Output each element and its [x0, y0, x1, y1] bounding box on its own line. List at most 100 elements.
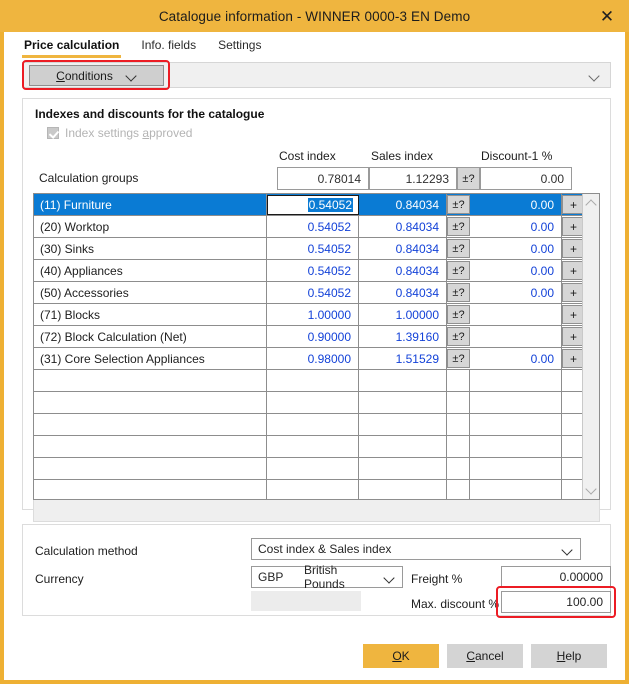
conditions-bar-chevron-down-icon[interactable]	[589, 72, 600, 79]
summary-sales-index-field[interactable]: 1.12293	[369, 167, 457, 190]
scrollbar-thumb[interactable]	[584, 212, 598, 480]
table-row-sales-index: 0.84034	[359, 194, 447, 215]
title-bar: Catalogue information - WINNER 0000-3 EN…	[0, 0, 629, 32]
table-row-cost-index: 0.98000	[267, 348, 359, 369]
help-button[interactable]: Help	[531, 644, 607, 668]
table-row[interactable]: (40) Appliances0.540520.84034±?0.00+	[34, 260, 599, 282]
cost-index-editor[interactable]: 0.54052	[267, 195, 359, 215]
checkbox-icon[interactable]	[47, 127, 59, 139]
table-row-cost-index: 0.54052	[267, 238, 359, 259]
table-row-discount1	[470, 392, 562, 413]
table-row-pm-empty	[447, 414, 470, 435]
plusminus-button[interactable]: ±?	[447, 349, 470, 368]
calculation-method-label: Calculation method	[35, 544, 138, 558]
index-settings-approved-row[interactable]: Index settings approved	[47, 125, 600, 141]
table-row-sales-index: 1.00000	[359, 304, 447, 325]
table-row[interactable]: (50) Accessories0.540520.84034±?0.00+	[34, 282, 599, 304]
table-row-name: (50) Accessories	[34, 282, 267, 303]
grid-vertical-scrollbar[interactable]	[582, 194, 599, 499]
table-row-name	[34, 370, 267, 391]
max-discount-input[interactable]: 100.00	[501, 591, 611, 613]
table-row-pm-empty	[447, 480, 470, 500]
tab-info-fields[interactable]: Info. fields	[139, 38, 198, 56]
table-row-cost-index	[267, 414, 359, 435]
table-row-name: (71) Blocks	[34, 304, 267, 325]
table-row-pm-empty	[447, 370, 470, 391]
cancel-button[interactable]: Cancel	[447, 644, 523, 668]
settings-panel: Calculation method Cost index & Sales in…	[22, 524, 611, 616]
table-row[interactable]: (11) Furniture0.540520.84034±?0.00+	[34, 194, 599, 216]
conditions-button-label: Conditions	[56, 69, 113, 83]
table-row[interactable]	[34, 458, 599, 480]
plusminus-button[interactable]: ±?	[447, 283, 470, 302]
chevron-up-icon[interactable]	[583, 195, 599, 211]
table-row-cost-index: 0.90000	[267, 326, 359, 347]
table-row-discount1	[470, 326, 562, 347]
dialog-footer: OK Cancel Help	[4, 644, 625, 670]
tab-bar: Price calculation Info. fields Settings	[4, 32, 625, 55]
summary-cost-index-field[interactable]: 0.78014	[277, 167, 369, 190]
column-header-discount1: Discount-1 %	[481, 149, 552, 163]
table-row-cost-index	[267, 480, 359, 500]
table-row-discount1	[470, 304, 562, 325]
plusminus-button[interactable]: ±?	[447, 305, 470, 324]
table-row[interactable]: (71) Blocks1.000001.00000±?+	[34, 304, 599, 326]
freight-input[interactable]: 0.00000	[501, 566, 611, 588]
summary-discount1-field[interactable]: 0.00	[480, 167, 572, 190]
index-grid: (11) Furniture0.540520.84034±?0.00+(20) …	[33, 193, 600, 500]
currency-label: Currency	[35, 572, 84, 586]
table-row[interactable]: (30) Sinks0.540520.84034±?0.00+	[34, 238, 599, 260]
table-row-discount1: 0.00	[470, 194, 562, 215]
table-row-discount1: 0.00	[470, 238, 562, 259]
table-row[interactable]	[34, 480, 599, 500]
conditions-button[interactable]: Conditions	[29, 65, 164, 86]
max-discount-label: Max. discount %	[411, 597, 499, 611]
table-row-discount1	[470, 458, 562, 479]
table-row-name: (30) Sinks	[34, 238, 267, 259]
cancel-button-label: Cancel	[466, 649, 503, 663]
chevron-down-icon[interactable]	[583, 482, 599, 498]
plusminus-button[interactable]: ±?	[447, 327, 470, 346]
table-row-cost-index	[267, 458, 359, 479]
table-row-sales-index	[359, 480, 447, 500]
tab-price-calculation[interactable]: Price calculation	[22, 38, 121, 56]
plusminus-button[interactable]: ±?	[447, 261, 470, 280]
table-row-name	[34, 414, 267, 435]
table-row-sales-index	[359, 414, 447, 435]
table-row-sales-index: 0.84034	[359, 260, 447, 281]
ok-button[interactable]: OK	[363, 644, 439, 668]
close-icon[interactable]: ✕	[585, 0, 629, 32]
table-row-sales-index: 0.84034	[359, 238, 447, 259]
table-row-cost-index: 0.54052	[267, 216, 359, 237]
dialog-window: Catalogue information - WINNER 0000-3 EN…	[0, 0, 629, 684]
table-row-name: (20) Worktop	[34, 216, 267, 237]
table-row-name	[34, 392, 267, 413]
table-row-discount1	[470, 480, 562, 500]
table-row-discount1: 0.00	[470, 348, 562, 369]
plusminus-button[interactable]: ±?	[447, 195, 470, 214]
plusminus-button[interactable]: ±?	[447, 239, 470, 258]
table-row-cost-index: 0.54052	[267, 282, 359, 303]
table-row-discount1	[470, 414, 562, 435]
ok-button-label: OK	[392, 649, 409, 663]
table-row-cost-index: 1.00000	[267, 304, 359, 325]
cost-index-editor-value: 0.54052	[308, 198, 353, 212]
table-row-cost-index	[267, 392, 359, 413]
table-row[interactable]	[34, 414, 599, 436]
chevron-down-icon	[376, 574, 402, 581]
table-row[interactable]: (20) Worktop0.540520.84034±?0.00+	[34, 216, 599, 238]
tab-settings[interactable]: Settings	[216, 38, 263, 56]
table-row-discount1	[470, 436, 562, 457]
currency-select[interactable]: GBP British Pounds	[251, 566, 403, 588]
summary-plusminus-button[interactable]: ±?	[457, 167, 480, 190]
plusminus-button[interactable]: ±?	[447, 217, 470, 236]
table-row[interactable]: (31) Core Selection Appliances0.980001.5…	[34, 348, 599, 370]
table-row-name: (72) Block Calculation (Net)	[34, 326, 267, 347]
table-row[interactable]: (72) Block Calculation (Net)0.900001.391…	[34, 326, 599, 348]
index-panel: Indexes and discounts for the catalogue …	[22, 98, 611, 510]
table-row[interactable]	[34, 436, 599, 458]
table-row[interactable]	[34, 392, 599, 414]
table-row[interactable]	[34, 370, 599, 392]
calculation-method-select[interactable]: Cost index & Sales index	[251, 538, 581, 560]
freight-label: Freight %	[411, 572, 462, 586]
